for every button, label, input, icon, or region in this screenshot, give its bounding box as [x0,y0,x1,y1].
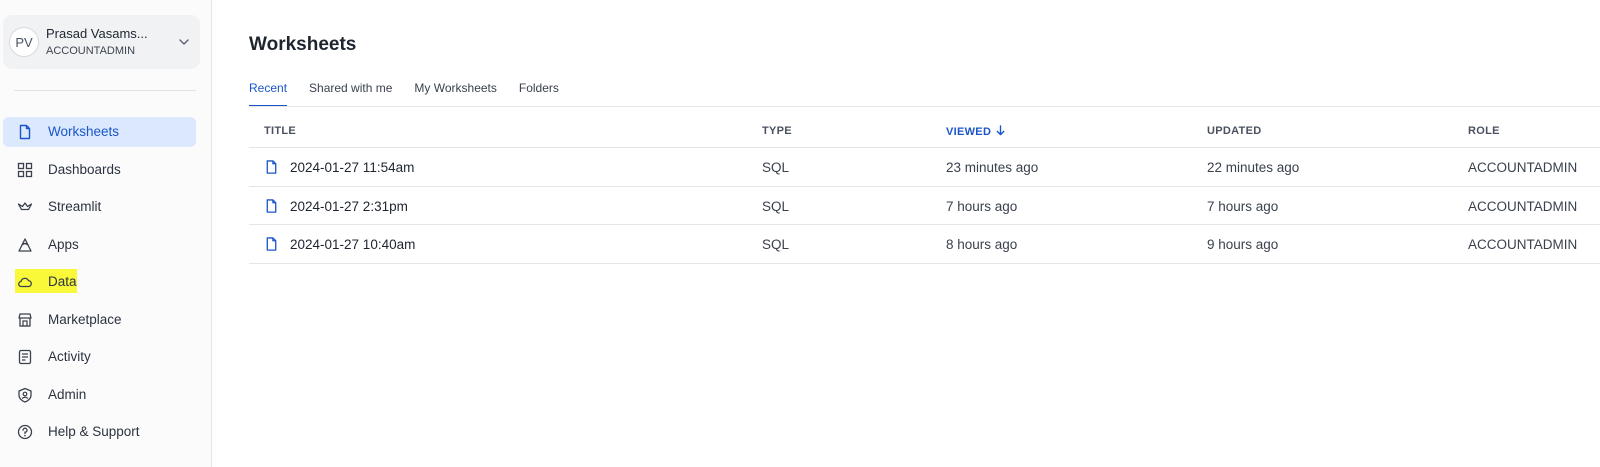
sidebar-nav: Worksheets Dashboards Streamlit Apps Dat… [3,117,196,455]
tab-folders[interactable]: Folders [519,80,559,107]
sidebar-item-label: Activity [48,349,91,364]
worksheet-type: SQL [762,160,790,175]
tab-shared-with-me[interactable]: Shared with me [309,80,392,107]
sidebar-item-admin[interactable]: Admin [3,380,196,410]
user-role: ACCOUNTADMIN [46,45,136,57]
worksheet-updated: 9 hours ago [1207,237,1279,252]
sidebar-item-label: Marketplace [48,311,122,327]
sidebar-item-label: Apps [48,236,79,252]
sidebar-item-label: Dashboards [48,161,121,177]
table-row[interactable]: 2024-01-27 10:40am SQL 8 hours ago 9 hou… [249,225,1600,264]
arrow-down-icon [996,125,1005,136]
shield-icon [18,387,32,403]
sidebar-item-help[interactable]: Help & Support [3,417,196,447]
sidebar-item-label: Worksheets [48,124,120,139]
sidebar-item-data[interactable]: Data [3,267,196,297]
document-icon [266,237,277,251]
grid-icon [17,162,33,177]
sidebar-item-streamlit[interactable]: Streamlit [3,192,196,222]
column-header-type[interactable]: TYPE [762,125,792,137]
chevron-down-icon[interactable] [176,34,192,50]
tab-bar: Recent Shared with me My Worksheets Fold… [249,80,581,107]
help-icon [17,424,33,440]
column-header-updated[interactable]: UPDATED [1207,125,1261,137]
worksheet-title-link[interactable]: 2024-01-27 2:31pm [290,199,408,214]
worksheet-viewed: 8 hours ago [946,237,1018,252]
worksheet-updated: 22 minutes ago [1207,160,1300,175]
table-row[interactable]: 2024-01-27 11:54am SQL 23 minutes ago 22… [249,148,1600,187]
column-header-label: VIEWED [946,126,992,138]
tab-my-worksheets[interactable]: My Worksheets [414,80,496,107]
avatar: PV [9,27,39,57]
user-menu[interactable]: PV Prasad Vasams... ACCOUNTADMIN [3,15,200,69]
document-icon [266,160,277,174]
tab-recent[interactable]: Recent [249,80,288,107]
store-icon [18,312,32,327]
sidebar-item-apps[interactable]: Apps [3,230,196,260]
worksheet-role: ACCOUNTADMIN [1468,160,1578,175]
column-header-title[interactable]: TITLE [264,125,296,137]
worksheet-viewed: 23 minutes ago [946,160,1039,175]
worksheets-table: TITLE TYPE VIEWED UPDATED ROLE 2024-01-2… [249,107,1600,264]
worksheet-title-link[interactable]: 2024-01-27 11:54am [290,160,414,175]
user-name: Prasad Vasams... [46,26,148,41]
worksheet-title-link[interactable]: 2024-01-27 10:40am [290,237,415,252]
sidebar-item-label: Admin [48,386,87,402]
column-header-role[interactable]: ROLE [1468,125,1500,137]
worksheet-role: ACCOUNTADMIN [1468,198,1578,214]
worksheet-type: SQL [762,198,790,214]
sidebar-item-marketplace[interactable]: Marketplace [3,305,196,335]
table-header: TITLE TYPE VIEWED UPDATED ROLE [249,107,1600,148]
worksheet-role: ACCOUNTADMIN [1468,237,1578,252]
worksheet-updated: 7 hours ago [1207,198,1279,214]
worksheet-viewed: 7 hours ago [946,198,1018,214]
page-title: Worksheets [249,34,357,55]
crown-icon [17,202,33,211]
table-row[interactable]: 2024-01-27 2:31pm SQL 7 hours ago 7 hour… [249,187,1600,225]
sidebar-item-label: Streamlit [48,199,102,214]
activity-icon [18,349,32,365]
column-header-viewed[interactable]: VIEWED [946,125,1006,138]
sidebar-item-dashboards[interactable]: Dashboards [3,155,196,185]
sidebar: PV Prasad Vasams... ACCOUNTADMIN Workshe… [0,0,212,467]
sidebar-item-worksheets[interactable]: Worksheets [3,117,196,147]
sidebar-item-label: Data [48,274,77,289]
sidebar-item-label: Help & Support [48,424,140,439]
main-content: Worksheets Recent Shared with me My Work… [249,0,1600,467]
worksheet-type: SQL [762,237,790,252]
document-icon [266,198,277,213]
sidebar-divider [14,90,196,91]
apps-icon [18,237,32,252]
sidebar-item-activity[interactable]: Activity [3,342,196,372]
cloud-icon [18,277,32,288]
document-icon [19,124,31,140]
